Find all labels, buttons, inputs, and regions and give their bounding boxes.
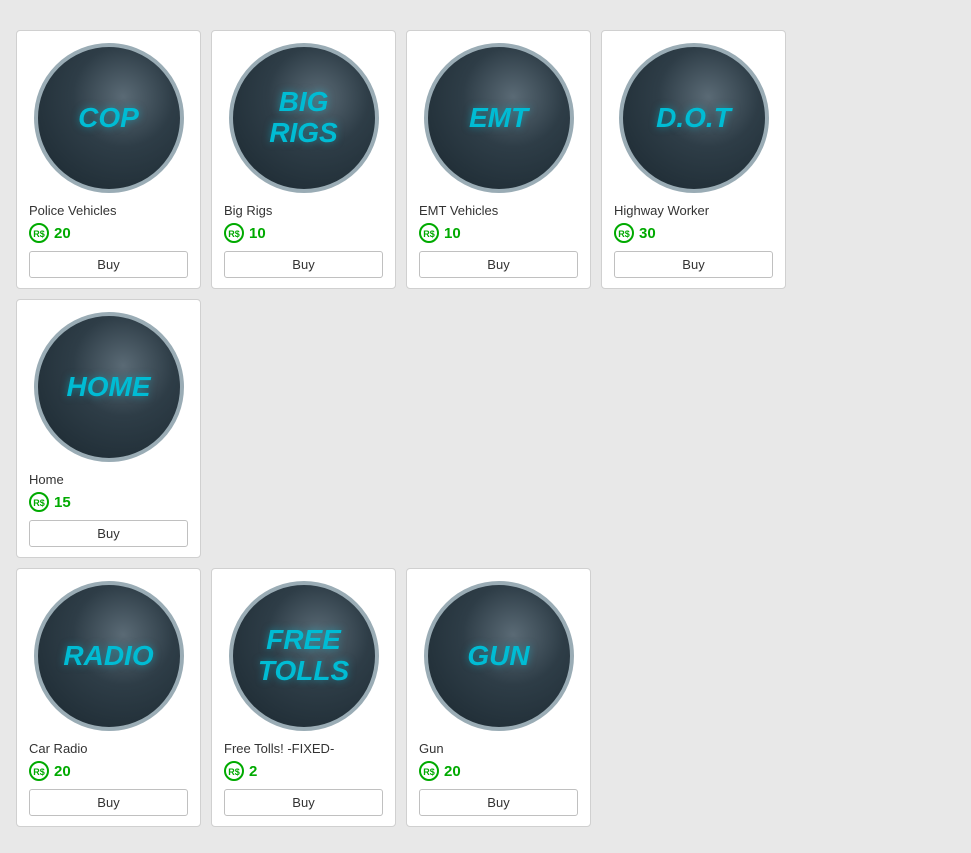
pass-price-value-free-tolls: 2 — [249, 763, 257, 780]
pass-icon-emt: EMT — [424, 43, 574, 193]
pass-icon-home: HOME — [34, 312, 184, 462]
pass-name-big-rigs: Big Rigs — [224, 203, 272, 218]
pass-card-home: HOME Home R$ 15 Buy — [16, 299, 201, 558]
robux-icon: R$ — [419, 223, 439, 243]
pass-price-gun: R$ 20 — [419, 761, 461, 781]
pass-icon-text-dot: D.O.T — [648, 103, 739, 134]
buy-button-home[interactable]: Buy — [29, 520, 188, 547]
buy-button-radio[interactable]: Buy — [29, 789, 188, 816]
buy-button-gun[interactable]: Buy — [419, 789, 578, 816]
svg-text:R$: R$ — [618, 229, 630, 239]
svg-text:R$: R$ — [423, 229, 435, 239]
pass-price-emt: R$ 10 — [419, 223, 461, 243]
pass-price-value-gun: 20 — [444, 763, 461, 780]
pass-icon-text-home: HOME — [59, 372, 159, 403]
pass-icon-text-free-tolls: FREE TOLLS — [250, 625, 357, 687]
passes-row-2: RADIO Car Radio R$ 20 Buy FREE TOLLS Free Tol… — [16, 568, 955, 827]
robux-icon: R$ — [29, 492, 49, 512]
buy-button-cop[interactable]: Buy — [29, 251, 188, 278]
buy-button-free-tolls[interactable]: Buy — [224, 789, 383, 816]
svg-text:R$: R$ — [33, 229, 45, 239]
pass-price-value-home: 15 — [54, 494, 71, 511]
pass-price-home: R$ 15 — [29, 492, 71, 512]
pass-price-value-emt: 10 — [444, 225, 461, 242]
pass-icon-cop: COP — [34, 43, 184, 193]
pass-name-gun: Gun — [419, 741, 444, 756]
robux-icon: R$ — [614, 223, 634, 243]
svg-text:R$: R$ — [33, 498, 45, 508]
pass-icon-dot: D.O.T — [619, 43, 769, 193]
robux-icon: R$ — [419, 761, 439, 781]
pass-icon-text-gun: GUN — [459, 641, 537, 672]
pass-icon-gun: GUN — [424, 581, 574, 731]
pass-price-dot: R$ 30 — [614, 223, 656, 243]
pass-price-value-dot: 30 — [639, 225, 656, 242]
pass-price-radio: R$ 20 — [29, 761, 71, 781]
pass-price-free-tolls: R$ 2 — [224, 761, 257, 781]
buy-button-big-rigs[interactable]: Buy — [224, 251, 383, 278]
svg-text:R$: R$ — [228, 229, 240, 239]
pass-price-value-radio: 20 — [54, 763, 71, 780]
robux-icon: R$ — [29, 761, 49, 781]
pass-name-free-tolls: Free Tolls! -FIXED- — [224, 741, 334, 756]
pass-card-radio: RADIO Car Radio R$ 20 Buy — [16, 568, 201, 827]
pass-price-cop: R$ 20 — [29, 223, 71, 243]
pass-icon-text-emt: EMT — [461, 103, 536, 134]
pass-card-cop: COP Police Vehicles R$ 20 Buy — [16, 30, 201, 289]
pass-price-value-big-rigs: 10 — [249, 225, 266, 242]
robux-icon: R$ — [224, 223, 244, 243]
pass-card-emt: EMT EMT Vehicles R$ 10 Buy — [406, 30, 591, 289]
pass-name-home: Home — [29, 472, 64, 487]
pass-price-value-cop: 20 — [54, 225, 71, 242]
pass-icon-big-rigs: BIG RIGS — [229, 43, 379, 193]
pass-icon-free-tolls: FREE TOLLS — [229, 581, 379, 731]
pass-icon-text-radio: RADIO — [55, 641, 161, 672]
pass-name-emt: EMT Vehicles — [419, 203, 498, 218]
pass-icon-text-cop: COP — [70, 103, 147, 134]
pass-card-big-rigs: BIG RIGS Big Rigs R$ 10 Buy — [211, 30, 396, 289]
buy-button-emt[interactable]: Buy — [419, 251, 578, 278]
svg-text:R$: R$ — [228, 767, 240, 777]
pass-card-free-tolls: FREE TOLLS Free Tolls! -FIXED- R$ 2 Buy — [211, 568, 396, 827]
pass-name-dot: Highway Worker — [614, 203, 709, 218]
pass-card-gun: GUN Gun R$ 20 Buy — [406, 568, 591, 827]
robux-icon: R$ — [29, 223, 49, 243]
pass-name-cop: Police Vehicles — [29, 203, 116, 218]
pass-name-radio: Car Radio — [29, 741, 88, 756]
svg-text:R$: R$ — [423, 767, 435, 777]
pass-card-dot: D.O.T Highway Worker R$ 30 Buy — [601, 30, 786, 289]
svg-text:R$: R$ — [33, 767, 45, 777]
pass-icon-text-big-rigs: BIG RIGS — [261, 87, 345, 149]
page-container: COP Police Vehicles R$ 20 Buy BIG RIGS Big Ri… — [16, 30, 955, 827]
pass-icon-radio: RADIO — [34, 581, 184, 731]
robux-icon: R$ — [224, 761, 244, 781]
pass-price-big-rigs: R$ 10 — [224, 223, 266, 243]
passes-row-1: COP Police Vehicles R$ 20 Buy BIG RIGS Big Ri… — [16, 30, 955, 558]
buy-button-dot[interactable]: Buy — [614, 251, 773, 278]
